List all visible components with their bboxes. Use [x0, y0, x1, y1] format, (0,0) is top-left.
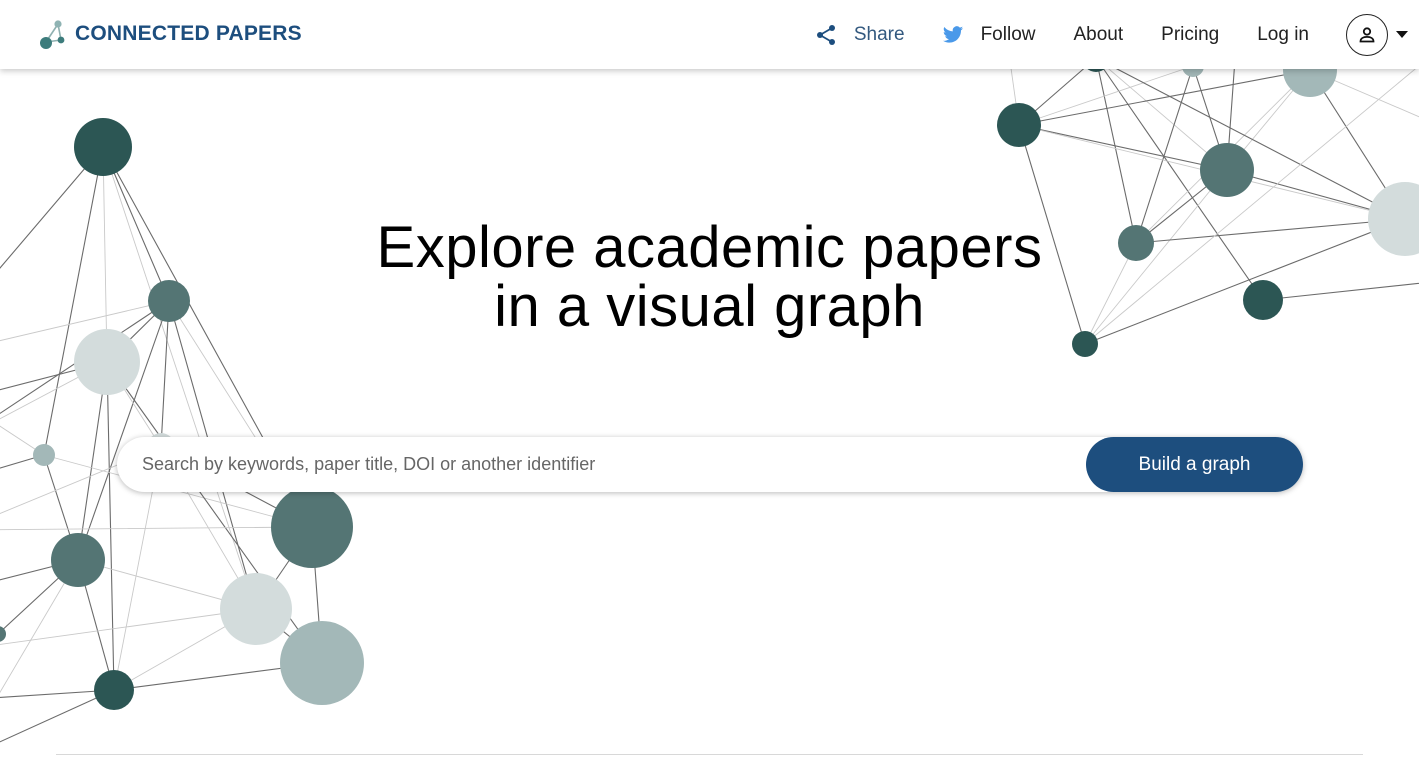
graph-edge [0, 454, 45, 469]
graph-edge [255, 526, 313, 610]
page-title: Explore academic papers in a visual grap… [0, 218, 1419, 336]
caret-down-icon [1396, 31, 1408, 38]
share-link[interactable]: Share [815, 24, 905, 46]
login-link[interactable]: Log in [1257, 24, 1309, 46]
share-label: Share [853, 23, 905, 45]
search-input[interactable] [117, 437, 1086, 492]
brand-logo[interactable]: CONNECTED PAPERS [38, 17, 302, 51]
graph-node [51, 533, 105, 587]
graph-node [74, 329, 140, 395]
graph-edge [1018, 124, 1228, 171]
pricing-link[interactable]: Pricing [1161, 24, 1219, 46]
graph-edge [0, 608, 257, 645]
graph-edge [106, 361, 162, 448]
graph-edge [0, 559, 79, 581]
graph-edge [1095, 57, 1406, 220]
graph-edge [1135, 65, 1194, 244]
graph-node [997, 103, 1041, 147]
graph-edge [1309, 69, 1406, 220]
graph-edge [1095, 57, 1228, 171]
page: CONNECTED PAPERS Share Follow About Pric… [0, 0, 1419, 759]
graph-node [1200, 143, 1254, 197]
graph-edge [77, 559, 257, 610]
graph-edge [106, 361, 115, 691]
graph-edge [255, 608, 323, 664]
graph-edge [0, 361, 108, 391]
graph-edge [106, 361, 323, 664]
graph-node [0, 626, 6, 642]
follow-label: Follow [980, 23, 1036, 45]
graph-edge [1404, 190, 1419, 220]
account-menu-button[interactable] [1346, 13, 1408, 56]
nav-menu: Share Follow About Pricing Log in [815, 0, 1419, 69]
graph-edge [1018, 124, 1406, 220]
graph-edge [43, 454, 79, 561]
graph-node [271, 486, 353, 568]
graph-edge [0, 559, 79, 633]
graph-edge [113, 608, 257, 691]
title-line-2: in a visual graph [494, 274, 925, 339]
graph-edge [77, 300, 170, 561]
graph-edge [1018, 65, 1194, 126]
graph-edge [113, 662, 323, 691]
build-graph-button[interactable]: Build a graph [1086, 437, 1303, 492]
graph-node [74, 118, 132, 176]
share-icon [816, 24, 835, 45]
graph-node [33, 444, 55, 466]
search-bar: Build a graph [117, 437, 1303, 492]
graph-edge [102, 146, 257, 610]
graph-edge [0, 559, 79, 694]
graph-node [94, 670, 134, 710]
decorative-graph-background [0, 0, 1419, 743]
twitter-bird-icon [942, 25, 963, 43]
graph-edge [0, 689, 115, 743]
graph-edge [1309, 69, 1419, 118]
graph-edge [1192, 65, 1228, 171]
graph-edge [0, 689, 115, 698]
brand-name: CONNECTED PAPERS [75, 22, 302, 45]
connected-papers-logo-icon [40, 20, 65, 49]
graph-edge [77, 361, 108, 561]
graph-edge [311, 526, 323, 664]
about-link[interactable]: About [1073, 24, 1123, 46]
avatar [1346, 13, 1388, 56]
graph-edge [0, 526, 313, 531]
graph-edge [1226, 69, 1311, 171]
graph-edge [0, 425, 45, 456]
graph-node [220, 573, 292, 645]
graph-edge [77, 559, 115, 691]
graph-edge [1226, 169, 1406, 220]
section-divider [56, 754, 1363, 755]
graph-node [280, 621, 364, 705]
user-icon [1359, 26, 1375, 42]
follow-link[interactable]: Follow [942, 23, 1036, 46]
graph-edge [0, 361, 108, 420]
graph-edge [1095, 57, 1137, 244]
title-line-1: Explore academic papers [376, 215, 1043, 280]
top-navbar: CONNECTED PAPERS Share Follow About Pric… [0, 0, 1419, 69]
graph-edge [1018, 69, 1311, 126]
